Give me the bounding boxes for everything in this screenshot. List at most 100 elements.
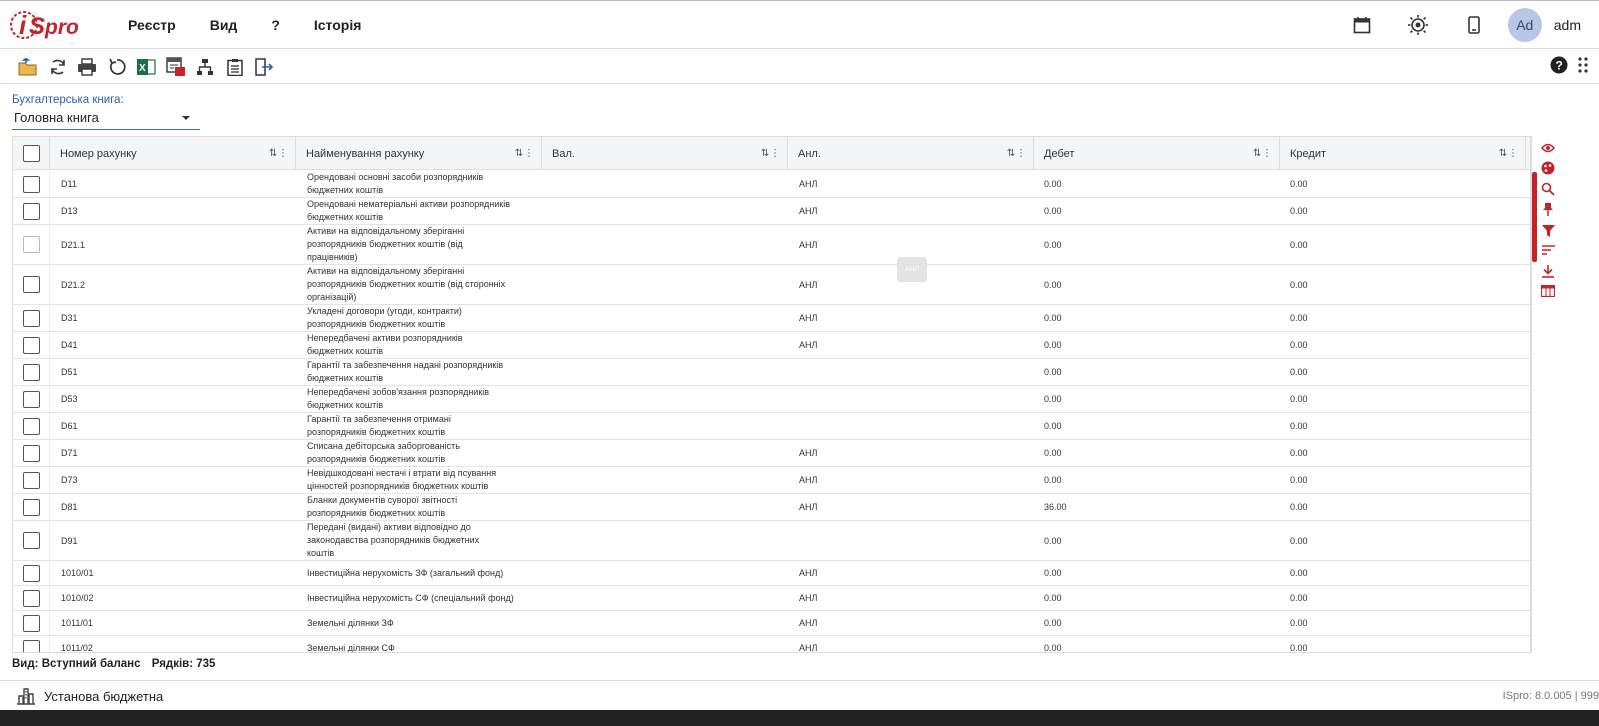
cell-analytics: АНЛ xyxy=(799,340,818,350)
user-name[interactable]: adm xyxy=(1554,17,1581,33)
row-checkbox[interactable] xyxy=(22,417,40,435)
row-checkbox[interactable] xyxy=(22,336,40,354)
table-row[interactable]: D71 Списана дебіторська заборгованість ро… xyxy=(13,440,1530,467)
pin-icon[interactable] xyxy=(1540,201,1556,217)
download-icon[interactable] xyxy=(1540,263,1556,279)
sort-lines-icon[interactable] xyxy=(1540,242,1556,258)
table-row[interactable]: D91 Передані (видані) активи відповідно д… xyxy=(13,521,1530,561)
menu-registry[interactable]: Реєстр xyxy=(128,17,176,33)
report-icon[interactable] xyxy=(164,55,188,79)
vertical-scrollbar[interactable] xyxy=(1532,172,1537,262)
table-row[interactable]: D21.1 Активи на відповідальному зберіганн… xyxy=(13,225,1530,265)
cell-currency xyxy=(542,225,788,264)
apps-grid-icon[interactable] xyxy=(1577,56,1591,74)
menu-view[interactable]: Вид xyxy=(210,17,238,33)
cell-credit: 0.00 xyxy=(1290,593,1308,603)
table-row[interactable]: D53 Непередбачені зобов'язання розпорядни… xyxy=(13,386,1530,413)
row-checkbox[interactable] xyxy=(22,390,40,408)
col-header-number[interactable]: Номер рахунку ⇅ ⋮ xyxy=(50,137,296,170)
table-row[interactable]: D41 Непередбачені активи розпорядників бю… xyxy=(13,332,1530,359)
cell-account-name: Передані (видані) активи відповідно до з… xyxy=(307,522,480,558)
cell-account-number: D73 xyxy=(61,475,78,485)
row-checkbox[interactable] xyxy=(22,471,40,489)
col-header-analytics[interactable]: Анл. ⇅ ⋮ xyxy=(788,137,1034,170)
excel-icon[interactable]: X xyxy=(134,55,158,79)
row-checkbox[interactable] xyxy=(22,498,40,516)
avatar[interactable]: Ad xyxy=(1507,8,1542,42)
toolbar: X ? xyxy=(0,50,1599,84)
row-checkbox[interactable] xyxy=(22,363,40,381)
table-row[interactable]: D61 Гарантії та забезпечення отримані роз… xyxy=(13,413,1530,440)
clipboard-icon[interactable] xyxy=(223,55,247,79)
table-row[interactable]: D13 Орендовані нематеріальні активи розпо… xyxy=(13,198,1530,225)
mobile-icon[interactable] xyxy=(1462,13,1486,37)
cell-account-number: 1010/02 xyxy=(61,593,94,603)
menu-help[interactable]: ? xyxy=(271,17,280,33)
table-icon[interactable] xyxy=(1540,283,1556,299)
table-row[interactable]: D81 Бланки документів суворої звітності р… xyxy=(13,494,1530,521)
row-checkbox[interactable] xyxy=(22,639,40,652)
cell-debit: 0.00 xyxy=(1044,535,1062,546)
row-checkbox[interactable] xyxy=(22,532,40,549)
table-row[interactable]: 1011/02 Земельні ділянки СФ АНЛ 0.00 0.00 xyxy=(13,636,1530,652)
row-checkbox[interactable] xyxy=(22,614,40,632)
table-row[interactable]: D73 Невідшкодовані нестачі і втрати від п… xyxy=(13,467,1530,494)
sort-menu-icon[interactable]: ⇅ ⋮ xyxy=(269,148,288,159)
table-row[interactable]: 1011/01 Земельні ділянки ЗФ АНЛ 0.00 0.00 xyxy=(13,611,1530,636)
row-checkbox[interactable] xyxy=(22,309,40,327)
calendar-icon[interactable] xyxy=(1350,13,1374,37)
table-row[interactable]: 1010/01 Інвестиційна нерухомість ЗФ (зага… xyxy=(13,561,1530,586)
undo-icon[interactable] xyxy=(105,55,129,79)
ispro-logo[interactable]: i S pro xyxy=(10,4,85,46)
eye-icon[interactable] xyxy=(1540,140,1556,156)
cell-account-name: Інвестиційна нерухомість СФ (спеціальний… xyxy=(307,592,514,603)
help-icon[interactable]: ? xyxy=(1550,56,1568,74)
row-checkbox[interactable] xyxy=(22,564,40,582)
sort-menu-icon[interactable]: ⇅ ⋮ xyxy=(1007,148,1026,159)
book-select[interactable]: Головна книга xyxy=(12,110,200,130)
table-row[interactable]: 1010/02 Інвестиційна нерухомість СФ (спец… xyxy=(13,586,1530,611)
table-row[interactable]: D21.2 Активи на відповідальному зберіганн… xyxy=(13,265,1530,305)
refresh-icon[interactable] xyxy=(46,55,70,79)
cell-credit: 0.00 xyxy=(1290,239,1308,250)
cell-analytics xyxy=(788,521,1034,560)
open-folder-icon[interactable] xyxy=(16,55,40,79)
palette-icon[interactable] xyxy=(1540,160,1556,176)
col-header-currency[interactable]: Вал. ⇅ ⋮ xyxy=(542,137,788,170)
sort-menu-icon[interactable]: ⇅ ⋮ xyxy=(761,148,780,159)
app-window: i S pro Реєстр Вид ? Історія Ad adm X ? … xyxy=(0,0,1599,726)
row-checkbox[interactable] xyxy=(22,202,40,220)
cell-credit: 0.00 xyxy=(1290,367,1308,377)
settings-sun-icon[interactable] xyxy=(1406,13,1430,37)
row-checkbox[interactable] xyxy=(22,175,40,193)
table-row[interactable]: D11 Орендовані основні засоби розпорядник… xyxy=(13,171,1530,198)
search-icon[interactable] xyxy=(1540,181,1556,197)
row-checkbox[interactable] xyxy=(22,589,40,607)
col-header-credit[interactable]: Кредит ⇅ ⋮ xyxy=(1280,137,1526,170)
exit-icon[interactable] xyxy=(252,55,276,79)
sort-menu-icon[interactable]: ⇅ ⋮ xyxy=(515,148,534,159)
print-icon[interactable] xyxy=(75,55,99,79)
select-all-checkbox[interactable] xyxy=(23,145,40,162)
hierarchy-icon[interactable] xyxy=(193,55,217,79)
row-checkbox[interactable] xyxy=(22,276,40,293)
table-row[interactable]: D31 Укладені договори (угоди, контракти) … xyxy=(13,305,1530,332)
sort-menu-icon[interactable]: ⇅ ⋮ xyxy=(1499,148,1518,159)
menu-history[interactable]: Історія xyxy=(314,17,362,33)
cell-debit: 0.00 xyxy=(1044,279,1062,290)
cell-credit: 0.00 xyxy=(1290,313,1308,323)
row-checkbox[interactable] xyxy=(22,236,40,253)
sort-menu-icon[interactable]: ⇅ ⋮ xyxy=(1253,148,1272,159)
status-bar: Вид: Вступний баланс Рядків: 735 xyxy=(12,658,223,670)
col-header-debit[interactable]: Дебет ⇅ ⋮ xyxy=(1034,137,1280,170)
version-label: ISpro: 8.0.005 | 999 xyxy=(1502,690,1599,702)
table-row[interactable]: D51 Гарантії та забезпечення надані розпо… xyxy=(13,359,1530,386)
cell-credit: 0.00 xyxy=(1290,340,1308,350)
cell-account-number: D13 xyxy=(61,206,78,216)
col-header-name[interactable]: Найменування рахунку ⇅ ⋮ xyxy=(296,137,542,170)
grid-header: Номер рахунку ⇅ ⋮ Найменування рахунку ⇅… xyxy=(13,137,1530,170)
row-select-cell xyxy=(13,386,50,412)
organization[interactable]: Установа бюджетна xyxy=(16,687,163,705)
row-checkbox[interactable] xyxy=(22,444,40,462)
filter-icon[interactable] xyxy=(1540,222,1556,238)
